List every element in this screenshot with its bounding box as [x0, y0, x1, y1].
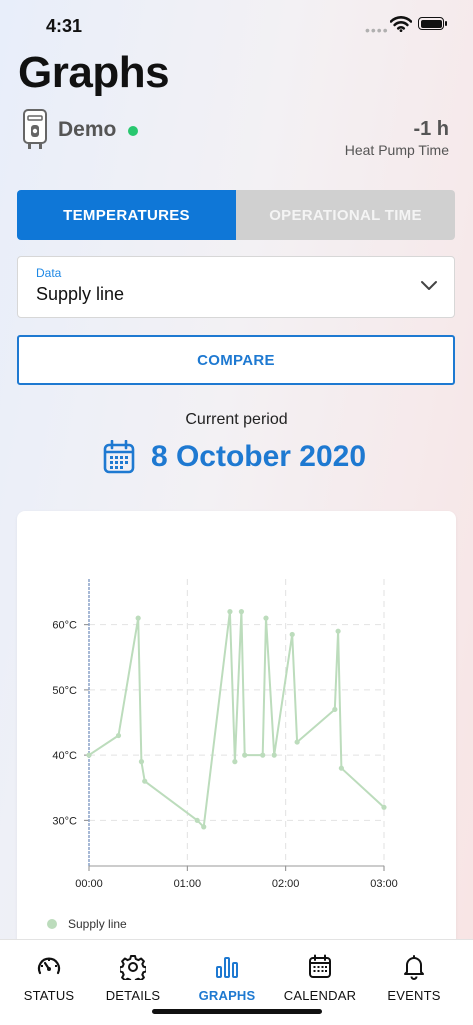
data-point: [271, 752, 277, 758]
heat-pump-time: -1 h Heat Pump Time: [345, 118, 449, 158]
period-date: 8 October 2020: [150, 440, 367, 473]
data-point: [338, 765, 344, 771]
series-line-supply-line: [88, 610, 385, 828]
page-title: Graphs: [18, 48, 170, 97]
tab-temperatures[interactable]: TEMPERATURES: [17, 190, 236, 240]
y-tick-label: 50°C: [52, 685, 77, 697]
data-point: [232, 759, 238, 765]
calendar-icon: [103, 440, 135, 474]
chart-card: 60°C 50°C 40°C 30°C 00:00 01:00 02:00 03:00 Sup…: [17, 511, 456, 951]
bar-chart-icon: [216, 957, 238, 978]
nav-graphs[interactable]: GRAPHS: [180, 954, 274, 1003]
chart-legend[interactable]: Supply line: [47, 917, 127, 931]
period-date-row[interactable]: 8 October 2020: [0, 440, 473, 474]
nav-status-label: STATUS: [23, 988, 75, 1003]
heat-pump-time-label: Heat Pump Time: [344, 142, 449, 158]
nav-graphs-label: GRAPHS: [198, 988, 256, 1003]
nav-events[interactable]: EVENTS: [367, 954, 461, 1003]
nav-events-label: EVENTS: [387, 988, 441, 1003]
heat-pump-time-value: -1 h: [413, 118, 449, 140]
data-point: [201, 824, 207, 830]
x-tick-label: 01:00: [174, 878, 202, 890]
gear-icon: [120, 955, 146, 980]
period-label: Current period: [185, 411, 288, 428]
data-point: [332, 706, 338, 713]
home-indicator: [152, 1009, 322, 1014]
data-point: [115, 732, 122, 739]
nav-calendar[interactable]: CALENDAR: [273, 954, 367, 1003]
x-tick-label: 02:00: [272, 878, 300, 890]
battery-icon: [418, 17, 447, 30]
data-point: [138, 759, 145, 765]
data-point: [142, 778, 148, 784]
status-time: 4:31: [46, 16, 83, 36]
data-point: [381, 804, 387, 810]
data-point: [263, 615, 269, 621]
y-tick-label: 30°C: [52, 815, 77, 827]
chevron-down-icon: [421, 281, 437, 290]
temperature-chart[interactable]: 60°C 50°C 40°C 30°C 00:00 01:00 02:00 03:00: [17, 511, 456, 911]
wifi-icon: [390, 16, 412, 32]
data-select-value: Supply line: [36, 284, 125, 304]
data-point: [335, 628, 341, 634]
tab-operational-time[interactable]: OPERATIONAL TIME: [236, 190, 455, 240]
bell-icon: [404, 955, 424, 980]
cellular-signal-icon: ••••: [365, 22, 389, 38]
data-point: [289, 631, 295, 638]
nav-status[interactable]: STATUS: [2, 954, 96, 1003]
nav-calendar-label: CALENDAR: [283, 988, 357, 1003]
data-point: [260, 752, 266, 758]
data-point: [86, 752, 92, 758]
data-point: [135, 615, 141, 621]
data-point: [242, 752, 248, 758]
x-tick-label: 00:00: [75, 878, 103, 890]
legend-label: Supply line: [68, 917, 127, 931]
gauge-icon: [37, 957, 61, 975]
water-heater-icon: [23, 109, 47, 149]
calendar-icon: [309, 954, 331, 978]
data-select-label: Data: [36, 266, 62, 280]
data-point: [227, 609, 233, 615]
data-select[interactable]: Data Supply line: [17, 256, 455, 318]
data-point: [194, 817, 200, 823]
data-point: [238, 609, 245, 615]
x-tick-label: 03:00: [370, 878, 398, 890]
graph-type-segment: TEMPERATURES OPERATIONAL TIME: [17, 190, 455, 240]
data-point: [294, 739, 300, 745]
nav-details[interactable]: DETAILS: [86, 954, 180, 1003]
legend-swatch: [47, 919, 57, 929]
compare-button[interactable]: COMPARE: [17, 335, 455, 385]
y-tick-label: 40°C: [52, 750, 77, 762]
nav-details-label: DETAILS: [105, 988, 161, 1003]
status-bar: 4:31 ••••: [0, 0, 473, 50]
y-tick-label: 60°C: [52, 620, 77, 632]
online-status-dot: [128, 126, 138, 136]
device-name: Demo: [58, 118, 117, 141]
